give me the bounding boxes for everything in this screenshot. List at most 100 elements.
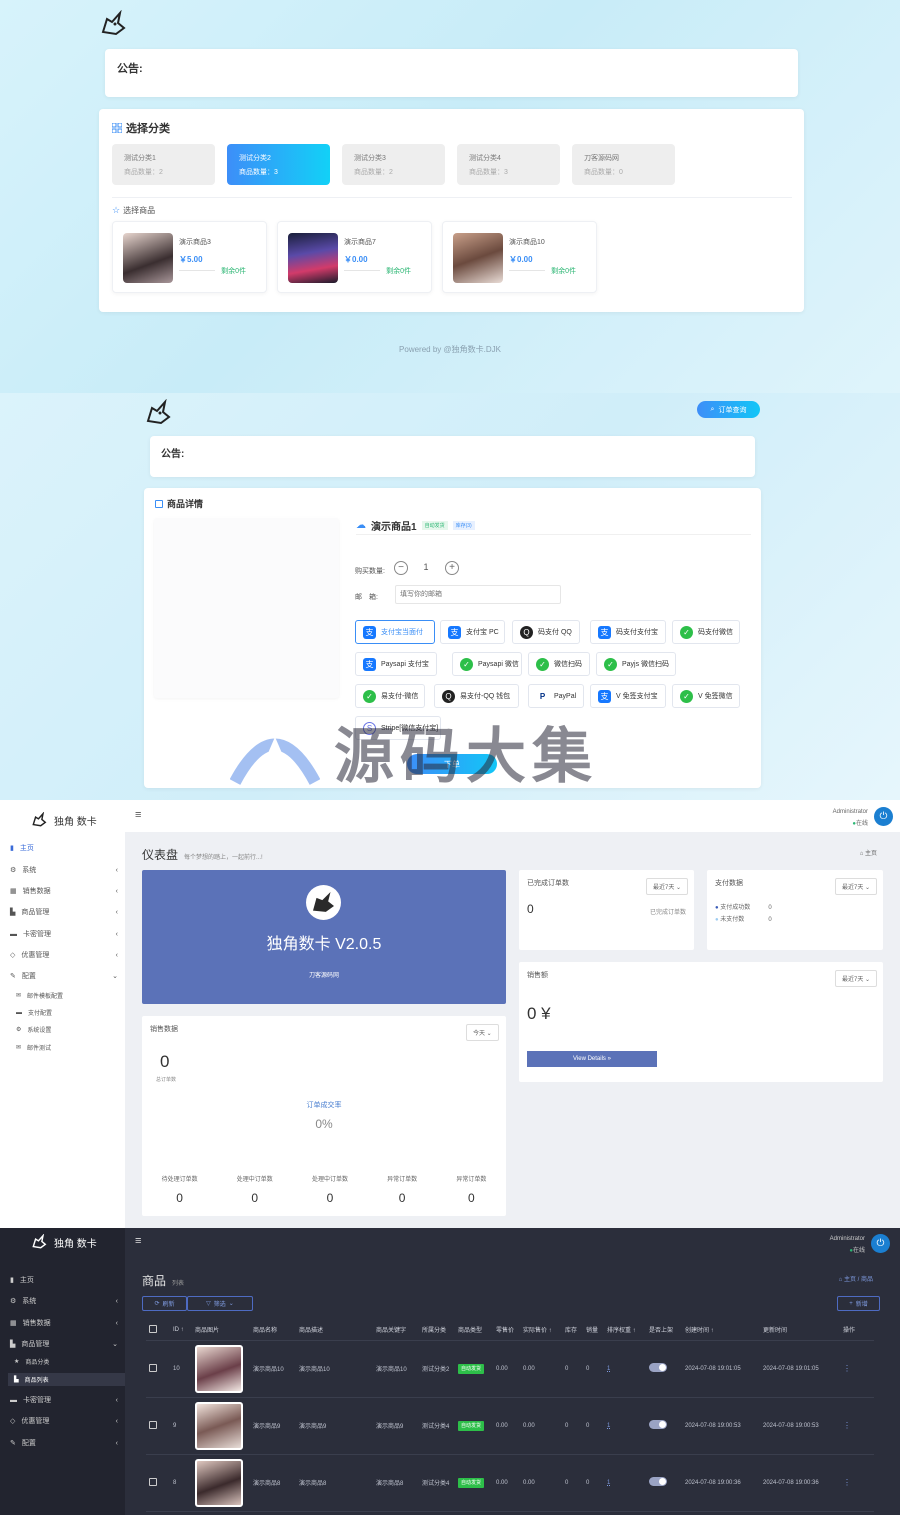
payment-option-2[interactable]: 支支付宝 PC xyxy=(440,620,505,644)
product-card-3[interactable]: 演示商品10 ￥0.00 剩余0件 xyxy=(442,221,597,293)
category-item-2[interactable]: 测试分类2 商品数量：3 xyxy=(227,144,330,185)
select-all-checkbox[interactable] xyxy=(149,1324,157,1333)
product-image xyxy=(288,233,338,283)
card-icon: ▬ xyxy=(10,930,17,938)
range-select[interactable]: 最近7天 ⌄ xyxy=(835,970,878,987)
nav-config[interactable]: ✎ 配置 ‹ xyxy=(10,1438,118,1448)
add-button[interactable]: + 新增 xyxy=(837,1296,880,1311)
category-item-5[interactable]: 刀客源码网 商品数量：0 xyxy=(572,144,675,185)
chevron-down-icon: ⌄ xyxy=(112,973,118,980)
goods-thumbnail[interactable] xyxy=(195,1458,243,1507)
table-icon: ▦ xyxy=(10,888,17,895)
goods-thumbnail[interactable] xyxy=(195,1344,243,1393)
power-avatar-icon[interactable]: ⏻ xyxy=(874,807,893,826)
nav-sales[interactable]: ▦ 销售数据 ‹ xyxy=(10,886,118,896)
goods-thumbnail[interactable] xyxy=(195,1401,243,1450)
range-select[interactable]: 今天 ⌄ xyxy=(466,1024,499,1041)
type-badge: 自动发货 xyxy=(458,1478,485,1488)
unicorn-logo-icon[interactable] xyxy=(143,399,173,427)
nav-pay-config[interactable]: ▬ 支付配置 xyxy=(16,1008,124,1018)
nav-goods-category[interactable]: ★ 商品分类 xyxy=(14,1357,122,1366)
row-checkbox[interactable] xyxy=(149,1363,157,1372)
payment-option-7[interactable]: ✓ Paysapi 微信 xyxy=(452,652,522,676)
page-title: 商品 xyxy=(142,1274,167,1288)
payment-option-9[interactable]: ✓ Payjs 微信扫码 xyxy=(596,652,676,676)
admin-goods-list: 独角 数卡 ▮ 主页 ⚙ 系统 ‹ ▦ 销售数据 ‹ ▙ 商品管理 ⌄ ★ 商品分类 ▙ 商品列表… xyxy=(0,1228,900,1515)
breadcrumb[interactable]: ⌂ 主页 xyxy=(860,848,877,857)
payment-option-13[interactable]: 支V 免签支付宝 xyxy=(590,684,666,708)
sort-weight-editable[interactable]: 1 xyxy=(607,1366,610,1372)
email-input[interactable] xyxy=(395,585,561,604)
view-details-button[interactable]: View Details » xyxy=(527,1051,657,1067)
nav-goods[interactable]: ▙ 商品管理 ‹ xyxy=(10,907,118,917)
unicorn-logo-icon xyxy=(306,885,341,920)
nav-mail-template[interactable]: ✉ 邮件模板配置 xyxy=(16,991,124,1000)
nav-config[interactable]: ✎ 配置 ⌄ xyxy=(10,971,118,981)
payment-option-14[interactable]: ✓ V 免签微信 xyxy=(672,684,740,708)
sort-weight-editable[interactable]: 1 xyxy=(607,1423,610,1429)
range-select[interactable]: 最近7天 ⌄ xyxy=(835,878,878,895)
quantity-input[interactable]: 1 xyxy=(416,562,436,572)
nav-sales[interactable]: ▦ 销售数据 ‹ xyxy=(10,1318,118,1328)
on-sale-toggle[interactable] xyxy=(649,1363,667,1372)
menu-toggle-icon[interactable]: ≡ xyxy=(135,1235,141,1247)
nav-coupons[interactable]: ◇ 优惠管理 ‹ xyxy=(10,1416,118,1426)
payment-option-3[interactable]: Q 码支付 QQ xyxy=(512,620,580,644)
nav-mail-test[interactable]: ✉ 邮件测试 xyxy=(16,1043,124,1052)
nav-home[interactable]: ▮ 主页 xyxy=(10,843,118,853)
nav-system-settings[interactable]: ⚙ 系统设置 xyxy=(16,1025,124,1034)
payment-option-4[interactable]: 支码支付支付宝 xyxy=(590,620,666,644)
mail-icon: ✉ xyxy=(16,993,22,999)
plus-button[interactable]: + xyxy=(445,561,459,575)
more-actions-icon[interactable]: ⋮ xyxy=(843,1478,851,1487)
nav-goods[interactable]: ▙ 商品管理 ⌄ xyxy=(10,1339,118,1349)
filter-icon: ▽ xyxy=(206,1301,211,1307)
payment-option-1[interactable]: 支支付宝当面付 xyxy=(355,620,435,644)
table-icon: ▦ xyxy=(10,1320,17,1327)
more-actions-icon[interactable]: ⋮ xyxy=(843,1421,851,1430)
shop-icon: ▙ xyxy=(14,1377,19,1383)
product-card-2[interactable]: 演示商品7 ￥0.00 剩余0件 xyxy=(277,221,432,293)
on-sale-toggle[interactable] xyxy=(649,1477,667,1486)
nav-goods-list[interactable]: ▙ 商品列表 xyxy=(8,1373,125,1386)
nav-system[interactable]: ⚙ 系统 ‹ xyxy=(10,1296,118,1306)
paypal-icon: P xyxy=(536,689,549,703)
sort-weight-editable[interactable]: 1 xyxy=(607,1480,610,1486)
on-sale-toggle[interactable] xyxy=(649,1420,667,1429)
watermark-logo-icon xyxy=(230,736,320,785)
range-select[interactable]: 最近7天 ⌄ xyxy=(646,878,689,895)
filter-button[interactable]: ▽ 筛选 ⌄ xyxy=(187,1296,253,1311)
more-actions-icon[interactable]: ⋮ xyxy=(843,1364,851,1373)
payment-option-6[interactable]: 支 Paysapi 支付宝 xyxy=(355,652,437,676)
payment-option-5[interactable]: ✓ 码支付微信 xyxy=(672,620,740,644)
menu-toggle-icon[interactable]: ≡ xyxy=(135,809,141,821)
payment-option-10[interactable]: ✓ 易支付-微信 xyxy=(355,684,425,708)
category-item-1[interactable]: 测试分类1 商品数量：2 xyxy=(112,144,215,185)
refresh-button[interactable]: ⟳ 刷新 xyxy=(142,1296,187,1311)
page-title: 仪表盘 xyxy=(142,848,179,862)
user-status: ●在线 xyxy=(849,1248,865,1254)
announcement-card: 公告: xyxy=(150,436,755,477)
badge-auto-delivery: 自动发货 xyxy=(421,521,448,530)
category-item-3[interactable]: 测试分类3 商品数量：2 xyxy=(342,144,445,185)
unicorn-logo-icon[interactable] xyxy=(98,10,128,38)
payment-option-8[interactable]: ✓ 微信扫码 xyxy=(528,652,590,676)
order-query-button[interactable]: ⌕ 订单查询 xyxy=(697,401,760,418)
row-checkbox[interactable] xyxy=(149,1477,157,1486)
star-icon: ★ xyxy=(14,1359,20,1365)
nav-cards[interactable]: ▬ 卡密管理 ‹ xyxy=(10,1395,118,1405)
nav-coupons[interactable]: ◇ 优惠管理 ‹ xyxy=(10,950,118,960)
payment-option-12[interactable]: P PayPal xyxy=(528,684,584,708)
minus-button[interactable]: − xyxy=(394,561,408,575)
category-item-4[interactable]: 测试分类4 商品数量：3 xyxy=(457,144,560,185)
breadcrumb[interactable]: ⌂ 主页 / 商品 xyxy=(839,1274,873,1283)
row-checkbox[interactable] xyxy=(149,1420,157,1429)
payment-option-11[interactable]: Q 易支付-QQ 钱包 xyxy=(434,684,519,708)
top-bar: ≡ Administrator ●在线 ⏻ xyxy=(125,800,900,832)
nav-home[interactable]: ▮ 主页 xyxy=(10,1275,118,1285)
power-avatar-icon[interactable]: ⏻ xyxy=(871,1234,890,1253)
nav-cards[interactable]: ▬ 卡密管理 ‹ xyxy=(10,929,118,939)
card-icon: ▬ xyxy=(16,1009,22,1016)
product-card-1[interactable]: 演示商品3 ￥5.00 剩余0件 xyxy=(112,221,267,293)
nav-system[interactable]: ⚙ 系统 ‹ xyxy=(10,865,118,875)
